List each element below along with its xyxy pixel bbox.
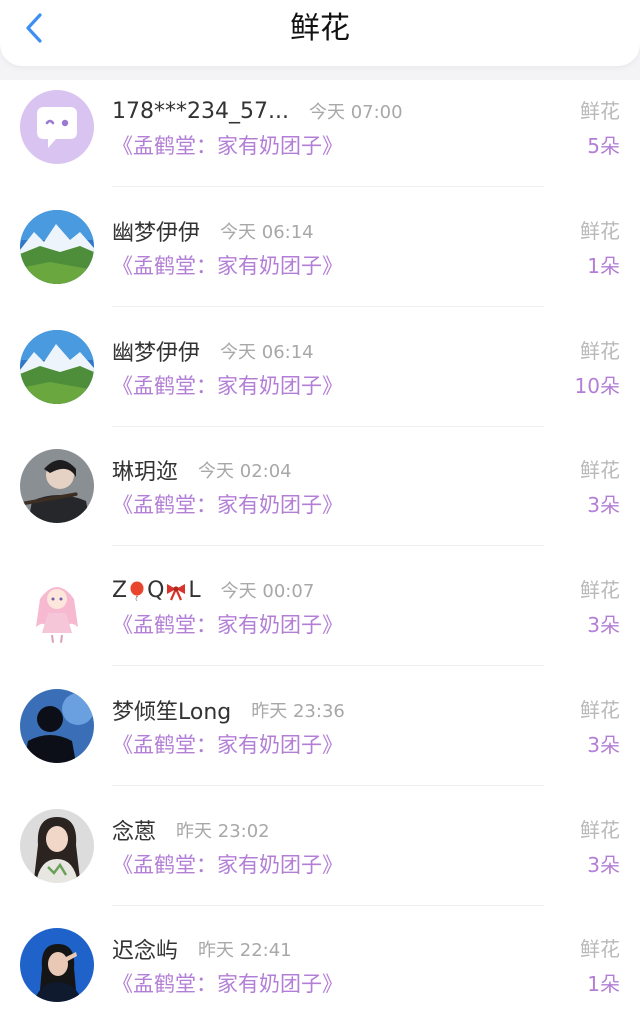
list-item[interactable]: 178***234_57... 今天 07:00 《孟鹤堂：家有奶团子》 鲜花 … (0, 85, 640, 205)
divider (112, 665, 544, 666)
top-bar: 鲜花 (0, 0, 640, 66)
gift-count: 3朵 (587, 613, 620, 637)
divider (112, 306, 544, 307)
balloon-emoji-icon (130, 581, 144, 601)
list-item[interactable]: 幽梦伊伊 今天 06:14 《孟鹤堂：家有奶团子》 鲜花 10朵 (0, 325, 640, 445)
gift-type: 鲜花 (580, 99, 620, 123)
gift-time: 今天 06:14 (220, 222, 314, 243)
book-title[interactable]: 《孟鹤堂：家有奶团子》 (112, 729, 343, 761)
user-name: ZQL (112, 577, 201, 603)
gift-type: 鲜花 (580, 219, 620, 243)
gift-type: 鲜花 (580, 339, 620, 363)
silhouette-avatar[interactable] (20, 689, 94, 763)
gift-count: 5朵 (587, 134, 620, 158)
gift-count: 3朵 (587, 493, 620, 517)
gift-time: 今天 02:04 (198, 461, 292, 482)
mountain-landscape-avatar[interactable] (20, 330, 94, 404)
girl-portrait-avatar[interactable] (20, 809, 94, 883)
gift-time: 昨天 23:36 (251, 701, 345, 722)
gift-time: 今天 07:00 (308, 102, 403, 123)
gift-type: 鲜花 (580, 937, 620, 961)
user-name: 178***234_57... (112, 98, 289, 124)
list-item[interactable]: 幽梦伊伊 今天 06:14 《孟鹤堂：家有奶团子》 鲜花 1朵 (0, 205, 640, 325)
gift-count: 1朵 (587, 254, 620, 278)
gift-type: 鲜花 (580, 578, 620, 602)
list-item[interactable]: ZQL 今天 00:07 《孟鹤堂：家有奶团子》 鲜花 3朵 (0, 564, 640, 684)
gift-type: 鲜花 (580, 698, 620, 722)
gift-count: 1朵 (587, 972, 620, 996)
book-title[interactable]: 《孟鹤堂：家有奶团子》 (112, 609, 343, 641)
gift-count: 3朵 (587, 853, 620, 877)
user-name: 幽梦伊伊 (112, 341, 201, 366)
user-name: 梦倾笙Long (112, 700, 232, 725)
user-name: 幽梦伊伊 (112, 221, 201, 246)
flower-gift-list: 178***234_57... 今天 07:00 《孟鹤堂：家有奶团子》 鲜花 … (0, 80, 640, 1012)
gift-type: 鲜花 (580, 458, 620, 482)
ribbon-emoji-icon (167, 583, 186, 600)
book-title[interactable]: 《孟鹤堂：家有奶团子》 (112, 968, 343, 1000)
list-item[interactable]: 梦倾笙Long 昨天 23:36 《孟鹤堂：家有奶团子》 鲜花 3朵 (0, 684, 640, 804)
book-title[interactable]: 《孟鹤堂：家有奶团子》 (112, 849, 343, 881)
book-title[interactable]: 《孟鹤堂：家有奶团子》 (112, 370, 343, 402)
divider (112, 545, 544, 546)
gift-time: 今天 06:14 (220, 342, 314, 363)
user-name: 迟念屿 (112, 939, 179, 964)
gift-time: 昨天 23:02 (176, 821, 270, 842)
flute-player-avatar[interactable] (20, 449, 94, 523)
book-title[interactable]: 《孟鹤堂：家有奶团子》 (112, 130, 343, 162)
list-item[interactable]: 琳玥迩 今天 02:04 《孟鹤堂：家有奶团子》 鲜花 3朵 (0, 444, 640, 564)
gift-count: 3朵 (587, 733, 620, 757)
list-item[interactable]: 念蒽 昨天 23:02 《孟鹤堂：家有奶团子》 鲜花 3朵 (0, 804, 640, 924)
divider (112, 785, 544, 786)
divider (112, 905, 544, 906)
gift-time: 今天 00:07 (220, 581, 315, 602)
book-title[interactable]: 《孟鹤堂：家有奶团子》 (112, 489, 343, 521)
divider (112, 186, 544, 187)
book-title[interactable]: 《孟鹤堂：家有奶团子》 (112, 250, 343, 282)
user-name: 念蒽 (112, 820, 157, 845)
blue-portrait-avatar[interactable] (20, 928, 94, 1002)
gift-count: 10朵 (574, 374, 620, 398)
gift-type: 鲜花 (580, 818, 620, 842)
page-title: 鲜花 (290, 11, 350, 46)
gift-time: 昨天 22:41 (198, 940, 292, 961)
anime-girl-avatar[interactable] (20, 569, 94, 643)
list-item[interactable]: 迟念屿 昨天 22:41 《孟鹤堂：家有奶团子》 鲜花 1朵 (0, 923, 640, 1012)
divider (112, 426, 544, 427)
user-name: 琳玥迩 (112, 460, 179, 485)
mountain-landscape-avatar[interactable] (20, 210, 94, 284)
chat-bubble-avatar[interactable] (20, 90, 94, 164)
